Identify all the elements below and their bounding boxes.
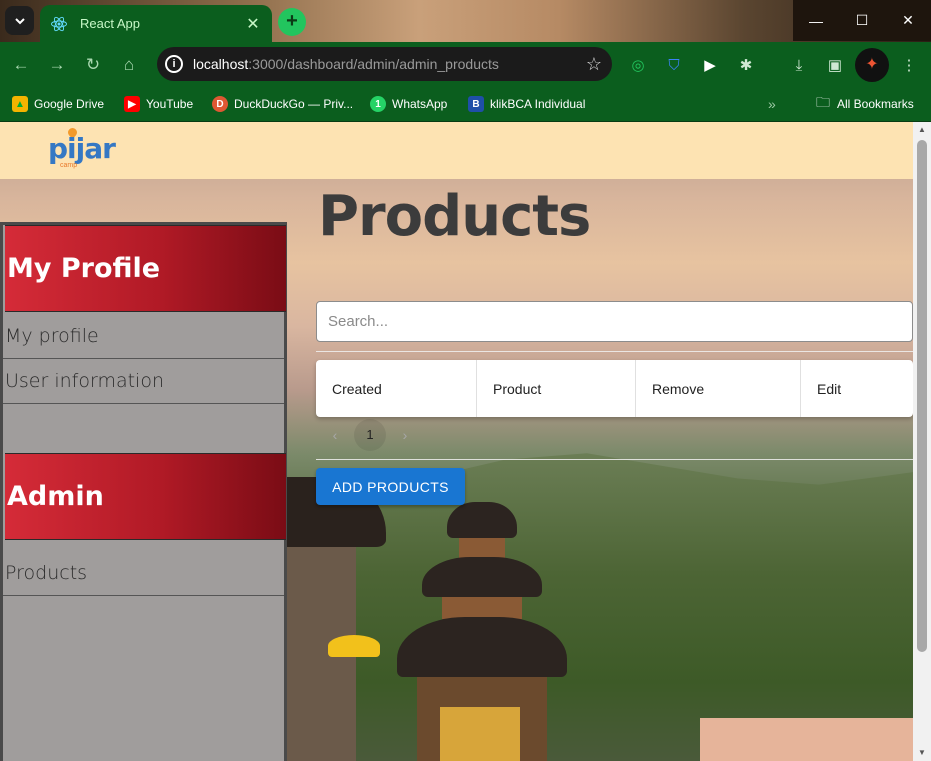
prev-page-icon[interactable]: ‹ <box>316 427 354 443</box>
column-header-remove[interactable]: Remove <box>636 360 801 417</box>
page-scrollbar[interactable]: ▲ ▼ <box>913 122 931 761</box>
bookmark-klikbca[interactable]: B klikBCA Individual <box>468 94 585 114</box>
new-tab-button[interactable]: + <box>278 8 306 36</box>
page-title: Products <box>318 184 591 249</box>
bookmark-star-icon[interactable]: ☆ <box>586 54 602 75</box>
page-number-button[interactable]: 1 <box>354 419 386 451</box>
sidebar-item-my-profile[interactable]: My profile <box>3 314 284 359</box>
add-products-button[interactable]: ADD PRODUCTS <box>316 468 465 505</box>
tab-close-icon[interactable]: ✕ <box>244 14 262 34</box>
bookmark-youtube[interactable]: ▶ YouTube <box>124 94 193 114</box>
logo-text: pijar <box>48 132 116 165</box>
folder-icon: 🗀 <box>816 94 830 110</box>
bookmark-label: WhatsApp <box>392 97 448 111</box>
bookmarks-bar: ▲ Google Drive ▶ YouTube D DuckDuckGo — … <box>0 87 931 122</box>
extension-shield-icon[interactable]: ⛉ <box>663 54 685 76</box>
sidebar: My Profile My profile User information A… <box>0 222 287 761</box>
reload-icon[interactable]: ↻ <box>80 52 106 78</box>
url-text[interactable]: localhost:3000/dashboard/admin/admin_pro… <box>193 56 586 72</box>
duckduckgo-icon: D <box>212 96 228 112</box>
scroll-down-icon[interactable]: ▼ <box>913 745 931 761</box>
page-viewport: pijar camp My Profile My profile User in… <box>0 122 913 761</box>
extensions-puzzle-icon[interactable]: ✱ <box>735 54 757 76</box>
bookmark-google-drive[interactable]: ▲ Google Drive <box>12 94 104 114</box>
sidebar-item-products[interactable]: Products <box>3 551 284 596</box>
column-header-product[interactable]: Product <box>477 360 636 417</box>
bookmark-duckduckgo[interactable]: D DuckDuckGo — Priv... <box>212 94 353 114</box>
background-temple-left <box>286 477 386 761</box>
bookmark-label: klikBCA Individual <box>490 97 586 111</box>
tab-search-button[interactable] <box>5 6 34 35</box>
pijar-camp-logo[interactable]: pijar camp <box>48 126 128 172</box>
logo-subtext: camp <box>60 162 78 169</box>
next-page-icon[interactable]: › <box>386 427 424 443</box>
column-header-edit[interactable]: Edit <box>801 360 913 417</box>
side-panel-icon[interactable]: ▣ <box>824 54 846 76</box>
url-path: :3000/dashboard/admin/admin_products <box>248 56 499 72</box>
divider <box>316 351 913 352</box>
google-drive-icon: ▲ <box>12 96 28 112</box>
bookmark-label: YouTube <box>146 97 194 111</box>
url-host: localhost <box>193 56 249 72</box>
background-umbrella <box>328 635 380 657</box>
all-bookmarks-button[interactable]: 🗀 All Bookmarks <box>816 94 914 114</box>
profile-avatar[interactable]: ✦ <box>855 48 889 82</box>
klikbca-icon: B <box>468 96 484 112</box>
products-table-header: Created Product Remove Edit <box>316 360 913 417</box>
forward-arrow-icon[interactable]: → <box>44 52 70 78</box>
browser-tab-active[interactable]: React App ✕ <box>40 5 272 42</box>
whatsapp-icon: 1 <box>370 96 386 112</box>
divider <box>316 459 913 460</box>
youtube-icon: ▶ <box>124 96 140 112</box>
home-icon[interactable]: ⌂ <box>116 52 142 78</box>
sidebar-section-my-profile: My Profile <box>5 225 286 312</box>
column-header-created[interactable]: Created <box>316 360 477 417</box>
address-bar[interactable]: i localhost:3000/dashboard/admin/admin_p… <box>157 47 612 81</box>
tab-title: React App <box>80 16 140 31</box>
background-temple <box>392 502 572 761</box>
browser-titlebar: React App ✕ + — ☐ ✕ <box>0 0 931 42</box>
bookmarks-overflow-icon[interactable]: » <box>768 94 776 114</box>
bookmark-label: Google Drive <box>34 97 105 111</box>
react-icon <box>51 16 67 31</box>
browser-toolbar: ← → ↻ ⌂ i localhost:3000/dashboard/admin… <box>0 42 931 87</box>
bookmark-whatsapp[interactable]: 1 WhatsApp <box>370 94 447 114</box>
sidebar-item-user-information[interactable]: User information <box>3 359 284 404</box>
window-close-button[interactable]: ✕ <box>885 0 931 41</box>
scroll-up-icon[interactable]: ▲ <box>913 122 931 138</box>
menu-kebab-icon[interactable]: ⋮ <box>898 54 920 76</box>
bookmark-label: DuckDuckGo — Priv... <box>234 97 354 111</box>
site-info-icon[interactable]: i <box>165 55 183 73</box>
window-maximize-button[interactable]: ☐ <box>839 0 885 41</box>
scrollbar-thumb[interactable] <box>917 140 927 652</box>
extension-target-icon[interactable]: ◎ <box>627 54 649 76</box>
all-bookmarks-label: All Bookmarks <box>837 97 914 111</box>
download-icon[interactable]: ⤓ <box>788 54 810 76</box>
back-arrow-icon[interactable]: ← <box>8 52 34 78</box>
pagination: ‹ 1 › <box>316 419 424 451</box>
extension-play-icon[interactable]: ▶ <box>699 54 721 76</box>
chevron-down-icon <box>14 17 25 24</box>
background-lake <box>700 718 913 761</box>
window-minimize-button[interactable]: — <box>793 0 839 41</box>
app-header: pijar camp <box>0 122 913 179</box>
search-input[interactable] <box>316 301 913 342</box>
sidebar-section-admin: Admin <box>5 453 286 540</box>
